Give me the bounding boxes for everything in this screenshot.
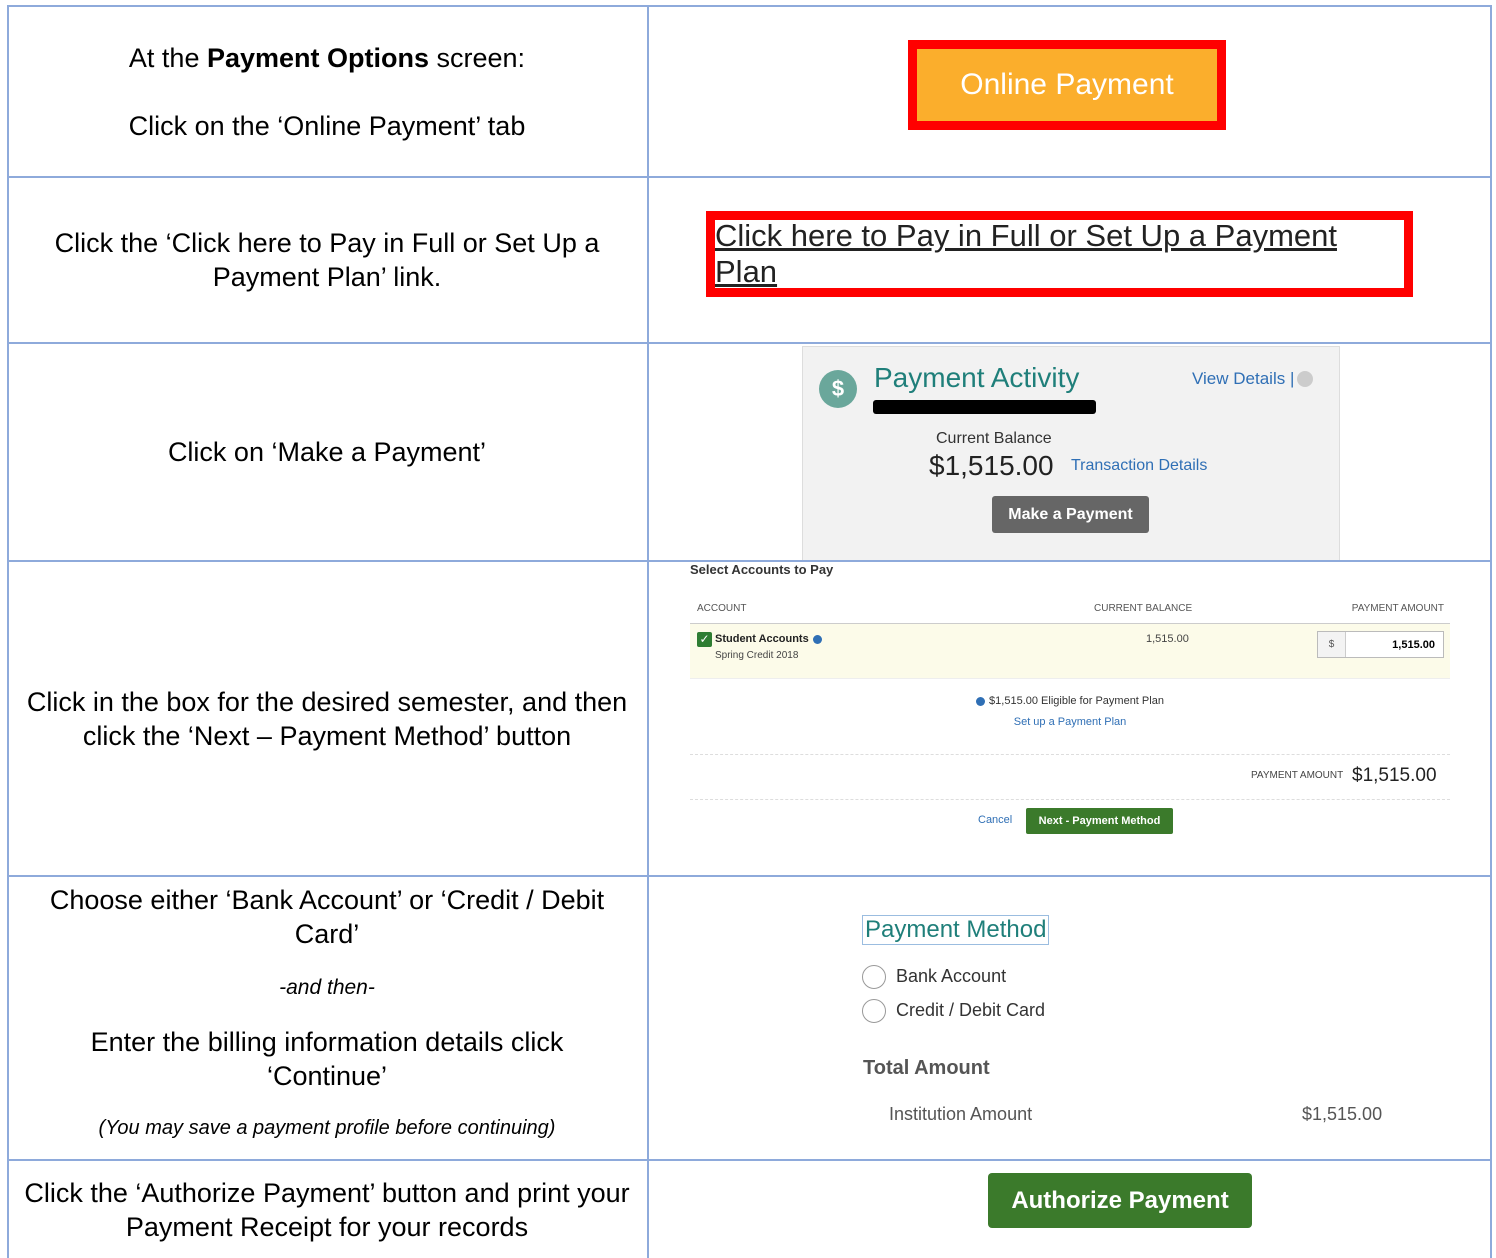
instruction-text: Click the ‘Authorize Payment’ button and…	[24, 1177, 630, 1242]
header-current-balance: CURRENT BALANCE	[1094, 603, 1193, 614]
instruction-bold: Payment Options	[206, 42, 430, 73]
instruction-table: At the Payment Options screen: Click on …	[7, 5, 1492, 1258]
instruction-text: At the	[128, 42, 207, 73]
make-payment-button[interactable]: Make a Payment	[992, 496, 1149, 533]
instruction-text: Click on the ‘Online Payment’ tab	[128, 110, 526, 141]
current-balance-value: $1,515.00	[929, 450, 1054, 481]
bank-account-label[interactable]: Bank Account	[896, 966, 1006, 987]
credit-card-label[interactable]: Credit / Debit Card	[896, 1000, 1045, 1021]
instruction-cell: At the Payment Options screen: Click on …	[7, 7, 647, 176]
header-payment-amount: PAYMENT AMOUNT	[1351, 603, 1444, 614]
account-balance: 1,515.00	[1146, 633, 1189, 645]
eligible-note: $1,515.00 Eligible for Payment Plan	[690, 695, 1450, 707]
table-row: Click in the box for the desired semeste…	[7, 560, 1492, 875]
setup-payment-plan-link[interactable]: Set up a Payment Plan	[690, 716, 1450, 728]
table-row: Click the ‘Authorize Payment’ button and…	[7, 1159, 1492, 1258]
screenshot-cell: Click here to Pay in Full or Set Up a Pa…	[649, 178, 1490, 342]
cancel-link[interactable]: Cancel	[978, 814, 1012, 826]
bank-account-radio[interactable]	[862, 965, 886, 989]
current-balance-label: Current Balance	[936, 430, 1052, 447]
payment-amount-total: $1,515.00	[1352, 765, 1437, 786]
instruction-cell: Click the ‘Click here to Pay in Full or …	[7, 178, 647, 342]
instruction-text: Click the ‘Click here to Pay in Full or …	[54, 228, 600, 292]
pay-in-full-link[interactable]: Click here to Pay in Full or Set Up a Pa…	[715, 218, 1404, 290]
authorize-payment-button[interactable]: Authorize Payment	[988, 1173, 1252, 1228]
select-accounts-title: Select Accounts to Pay	[690, 562, 834, 577]
redaction-bar	[873, 400, 1096, 414]
instruction-text: Enter the billing information details cl…	[90, 1027, 564, 1091]
table-row: ✓ Student Accounts Spring Credit 2018 1,…	[690, 624, 1450, 679]
instruction-cell: Click the ‘Authorize Payment’ button and…	[7, 1161, 647, 1258]
instruction-text: Choose either ‘Bank Account’ or ‘Credit …	[49, 885, 605, 949]
plan-eligible-dot-icon	[976, 696, 986, 706]
table-row: Click on ‘Make a Payment’ $ Payment Acti…	[7, 342, 1492, 562]
table-row: Choose either ‘Bank Account’ or ‘Credit …	[7, 875, 1492, 1159]
screenshot-cell: $ Payment Activity View Details | Curren…	[649, 344, 1490, 562]
account-term: Spring Credit 2018	[715, 650, 799, 661]
currency-symbol: $	[1318, 632, 1346, 657]
divider	[690, 799, 1450, 800]
screenshot-cell: Authorize Payment	[649, 1161, 1490, 1258]
credit-card-radio[interactable]	[862, 999, 886, 1023]
divider	[690, 754, 1450, 755]
instruction-line: At the Payment Options screen:	[129, 41, 525, 75]
screenshot-cell: Select Accounts to Pay ACCOUNT CURRENT B…	[649, 562, 1490, 875]
account-name: Student Accounts	[715, 633, 822, 645]
total-amount-label: Total Amount	[863, 1057, 990, 1079]
dollar-icon: $	[819, 370, 857, 408]
instruction-cell: Click in the box for the desired semeste…	[7, 562, 647, 875]
payment-amount-label: PAYMENT AMOUNT	[1251, 770, 1344, 781]
eligible-text: $1,515.00 Eligible for Payment Plan	[989, 695, 1164, 707]
accounts-table: ACCOUNT CURRENT BALANCE PAYMENT AMOUNT ✓…	[690, 592, 1450, 679]
instruction-cell: Click on ‘Make a Payment’	[7, 344, 647, 560]
table-header: ACCOUNT CURRENT BALANCE PAYMENT AMOUNT	[690, 592, 1450, 624]
instruction-cell: Choose either ‘Bank Account’ or ‘Credit …	[7, 877, 647, 1159]
instruction-text: screen:	[429, 42, 526, 73]
table-row: Click the ‘Click here to Pay in Full or …	[7, 176, 1492, 342]
screenshot-cell: Online Payment	[649, 7, 1490, 176]
instruction-text: Click on ‘Make a Payment’	[167, 437, 487, 467]
plan-eligible-dot-icon	[812, 634, 822, 644]
account-checkbox[interactable]: ✓	[697, 632, 712, 647]
payment-amount-input[interactable]: $ 1,515.00	[1317, 631, 1444, 658]
table-row: At the Payment Options screen: Click on …	[7, 5, 1492, 176]
account-name-text: Student Accounts	[715, 633, 809, 645]
institution-amount-label: Institution Amount	[889, 1104, 1033, 1124]
next-payment-method-button[interactable]: Next - Payment Method	[1026, 808, 1173, 834]
online-payment-button[interactable]: Online Payment	[908, 40, 1226, 130]
screenshot-cell: Payment Method Bank Account Credit / Deb…	[649, 877, 1490, 1159]
payment-method-title: Payment Method	[862, 915, 1050, 945]
highlight-box: Click here to Pay in Full or Set Up a Pa…	[706, 211, 1413, 297]
institution-amount-value: $1,515.00	[1302, 1104, 1383, 1124]
payment-amount-value: 1,515.00	[1392, 639, 1435, 651]
header-account: ACCOUNT	[697, 603, 747, 614]
payment-activity-panel: $ Payment Activity View Details | Curren…	[802, 346, 1340, 562]
instruction-note: (You may save a payment profile before c…	[98, 1117, 556, 1139]
view-details-link[interactable]: View Details |	[1192, 369, 1294, 389]
instruction-text: Click in the box for the desired semeste…	[26, 686, 628, 751]
help-icon[interactable]	[1297, 371, 1313, 387]
transaction-details-link[interactable]: Transaction Details	[1071, 457, 1207, 475]
payment-activity-title: Payment Activity	[874, 362, 1080, 393]
instruction-italic: -and then-	[279, 976, 375, 999]
